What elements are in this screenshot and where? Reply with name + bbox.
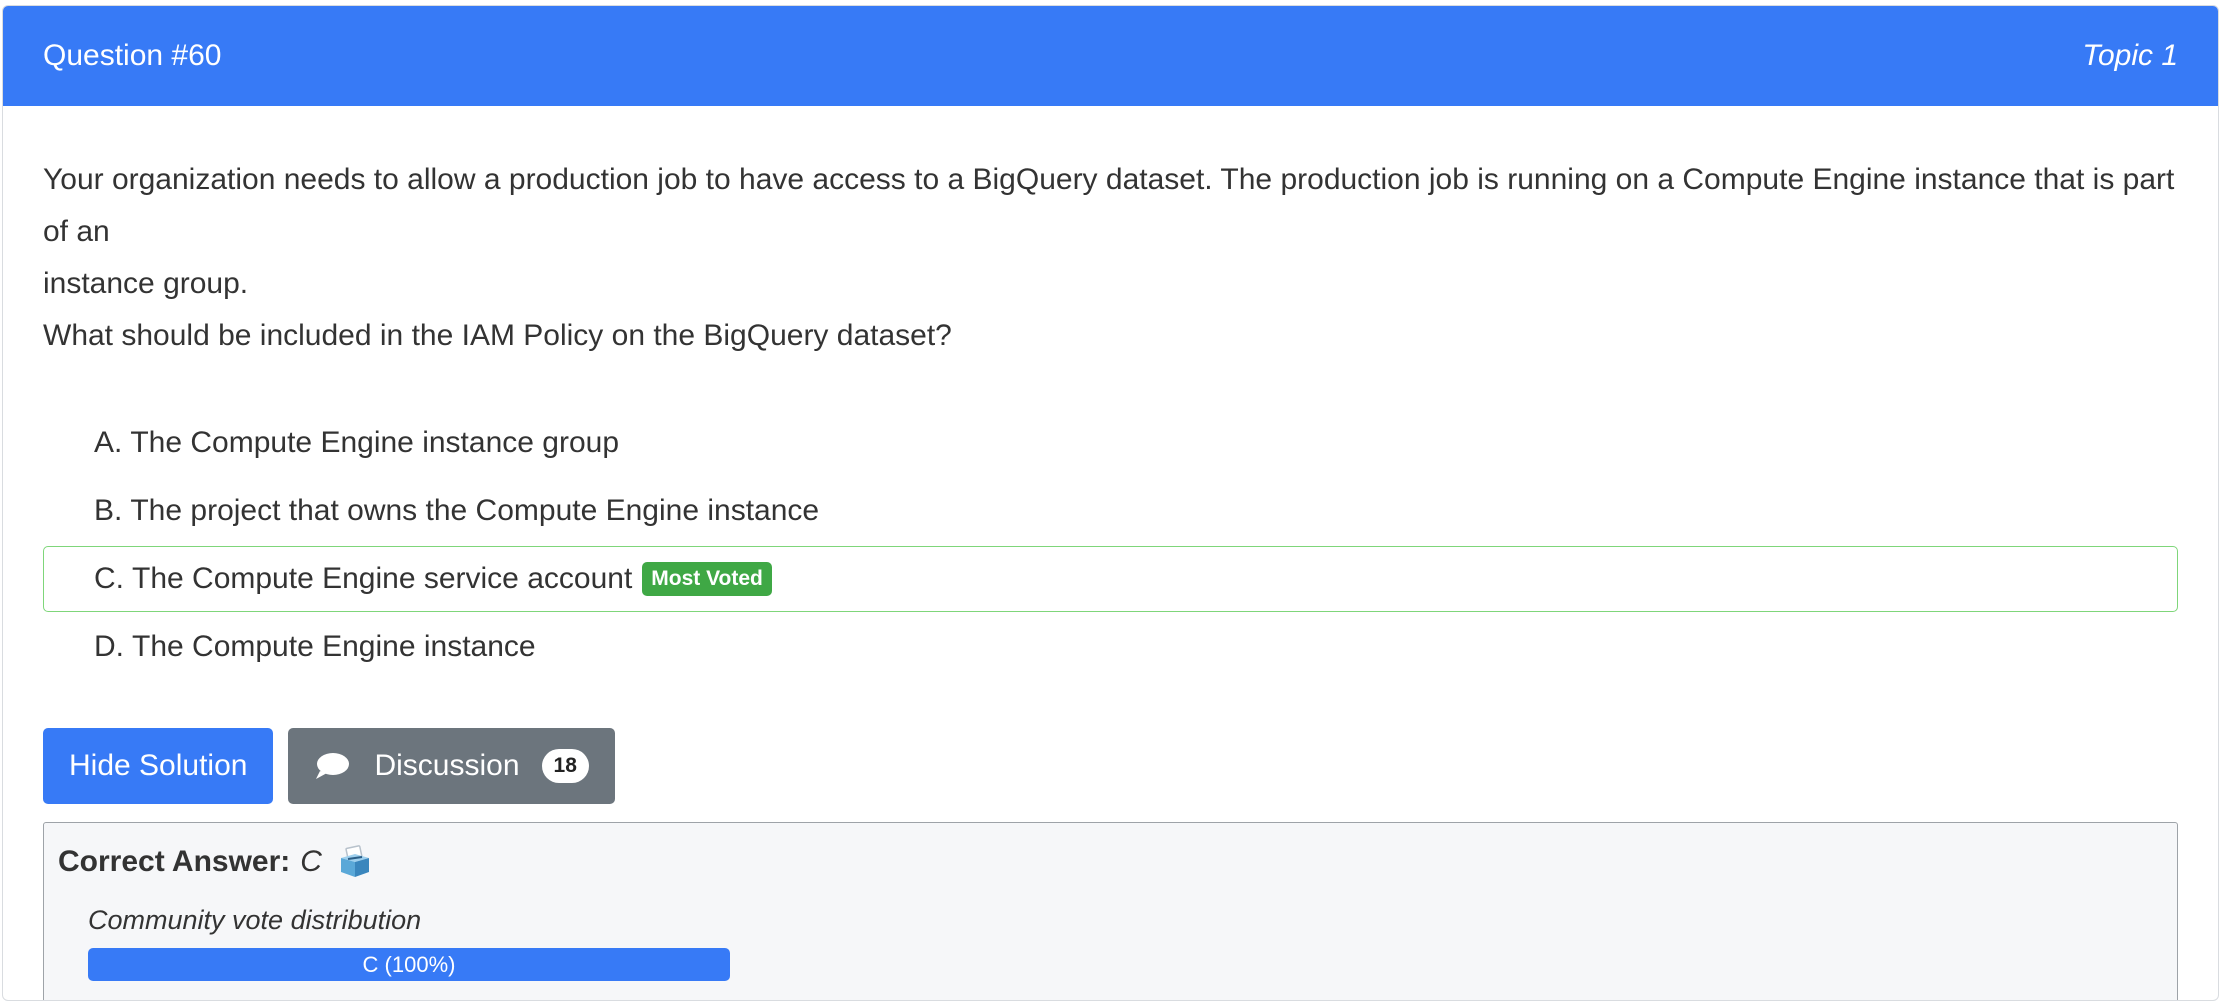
question-card: Question #60 Topic 1 Your organization n… [2, 5, 2219, 1001]
discussion-count-badge: 18 [541, 749, 589, 783]
discussion-button[interactable]: Discussion 18 [288, 728, 615, 804]
correct-answer: Correct Answer: C [58, 845, 2163, 879]
vote-distribution: Community vote distribution C (100%) [88, 905, 2163, 981]
choice-d[interactable]: D. The Compute Engine instance [43, 614, 2178, 680]
question-body: Your organization needs to allow a produ… [3, 154, 2218, 1000]
question-text-line: instance group. [43, 267, 249, 300]
question-header: Question #60 Topic 1 [3, 6, 2218, 106]
topic-label: Topic 1 [2082, 39, 2178, 72]
ballot-box-icon [340, 845, 369, 877]
choice-text: The Compute Engine instance [132, 630, 536, 663]
question-prompt: What should be included in the IAM Polic… [43, 319, 952, 352]
choice-letter: A. [94, 426, 123, 459]
choice-c[interactable]: C. The Compute Engine service account Mo… [43, 546, 2178, 612]
discussion-label: Discussion [374, 749, 520, 782]
choice-letter: D. [94, 630, 124, 663]
choice-text: The Compute Engine instance group [130, 426, 620, 459]
comment-icon [316, 753, 350, 779]
choice-letter: C. [94, 562, 124, 595]
vote-bar-segment-c[interactable]: C (100%) [88, 948, 730, 981]
choices-list: A. The Compute Engine instance group B. … [43, 410, 2178, 680]
question-number: Question #60 [43, 39, 222, 72]
vote-bar: C (100%) [88, 948, 730, 981]
question-text-line: Your organization needs to allow a produ… [43, 163, 2175, 248]
most-voted-badge: Most Voted [642, 562, 772, 596]
vote-bar-label: C (100%) [362, 951, 456, 977]
vote-distribution-title: Community vote distribution [88, 905, 422, 935]
choice-letter: B. [94, 494, 123, 527]
hide-solution-label: Hide Solution [69, 749, 248, 782]
question-text: Your organization needs to allow a produ… [43, 154, 2178, 362]
correct-answer-label: Correct Answer: [58, 845, 291, 878]
choice-text: The Compute Engine service account [132, 562, 633, 595]
choice-text: The project that owns the Compute Engine… [130, 494, 820, 527]
correct-answer-value: C [300, 845, 322, 878]
solution-panel: Correct Answer: C Community vote distrib… [43, 822, 2178, 1000]
hide-solution-button[interactable]: Hide Solution [43, 728, 274, 804]
choice-b[interactable]: B. The project that owns the Compute Eng… [43, 478, 2178, 544]
choice-a[interactable]: A. The Compute Engine instance group [43, 410, 2178, 476]
action-buttons: Hide Solution Discussion 18 [43, 728, 2178, 804]
